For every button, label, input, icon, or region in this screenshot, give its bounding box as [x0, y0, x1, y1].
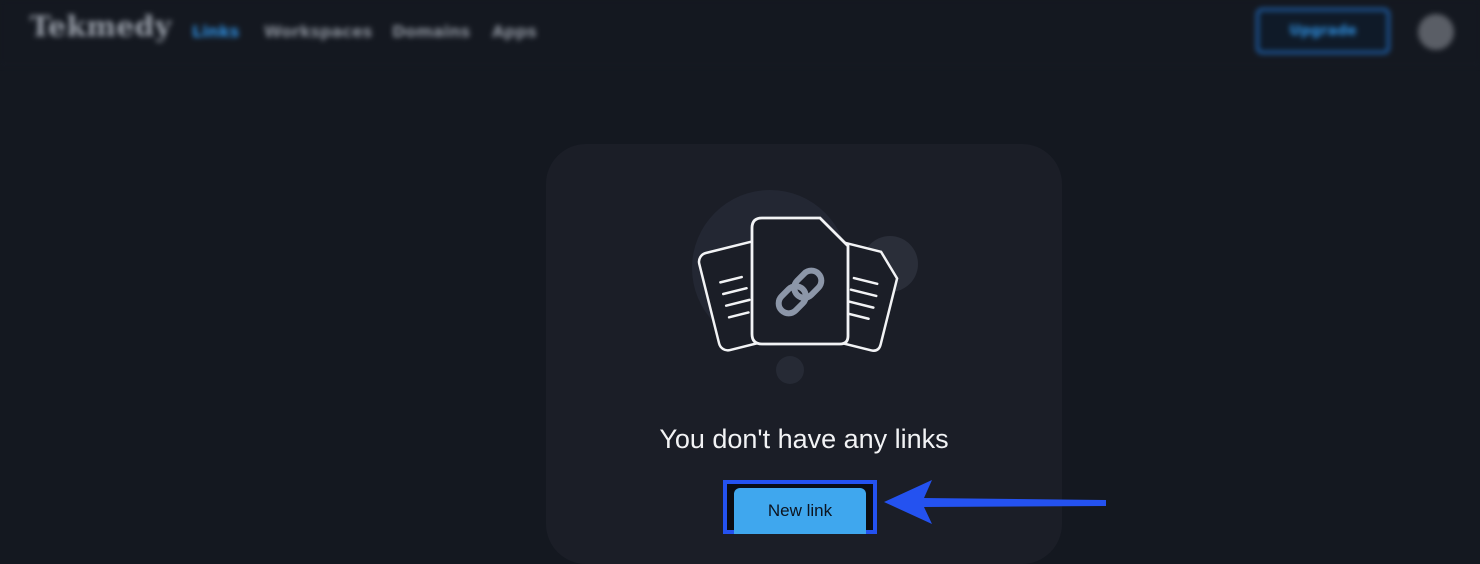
annotation-arrow-icon [884, 480, 1106, 524]
nav-item-workspaces[interactable]: Workspaces [264, 22, 372, 41]
upgrade-button[interactable]: Upgrade [1256, 8, 1390, 54]
user-avatar[interactable] [1418, 14, 1454, 50]
new-link-button[interactable]: New link [734, 488, 866, 534]
empty-state-title: You don't have any links [659, 424, 949, 454]
nav-item-apps[interactable]: Apps [492, 22, 537, 41]
brand-logo[interactable]: Tekmedy [30, 10, 172, 43]
top-navigation-bar: Tekmedy Links Workspaces Domains Apps Up… [0, 0, 1480, 65]
link-documents-icon [692, 190, 918, 384]
nav-item-domains[interactable]: Domains [392, 22, 470, 41]
nav-item-links[interactable]: Links [192, 22, 239, 41]
